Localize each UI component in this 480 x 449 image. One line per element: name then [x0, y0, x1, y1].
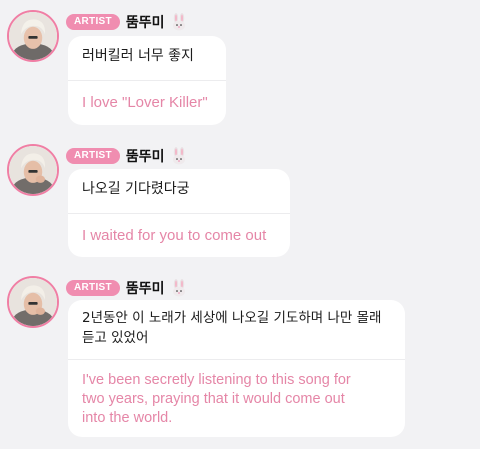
author-row: ARTIST 뚬뚜미 — [66, 278, 187, 298]
original-text-line: 듣고 있었어 — [82, 330, 149, 346]
author-row: ARTIST 뚬뚜미 — [66, 146, 187, 166]
avatar-image — [9, 12, 57, 60]
rabbit-face-icon — [172, 279, 185, 297]
author-row: ARTIST 뚬뚜미 — [66, 12, 187, 32]
artist-badge: ARTIST — [66, 148, 120, 164]
avatar[interactable] — [7, 276, 59, 328]
translated-text: I waited for you to come out — [82, 227, 267, 244]
original-text: 러버킬러 너무 좋지 — [82, 48, 194, 64]
artist-badge: ARTIST — [66, 280, 120, 296]
rabbit-face-icon — [172, 13, 185, 31]
chat-message: ARTIST 뚬뚜미 러버킬러 너무 좋지 I love "Lover Kill… — [0, 8, 480, 125]
divider — [68, 80, 226, 81]
divider — [68, 359, 405, 360]
divider — [68, 213, 290, 214]
author-nickname: 뚬뚜미 — [125, 15, 165, 31]
message-bubble[interactable]: 2년동안 이 노래가 세상에 나오길 기도하며 나만 몰래 듣고 있었어 I'v… — [68, 300, 405, 437]
chat-message: ARTIST 뚬뚜미 나오길 기다렸다궁 I waited for you to… — [0, 142, 480, 257]
avatar-image — [9, 146, 57, 194]
original-text-line: 2년동안 이 노래가 세상에 나오길 기도하며 나만 몰래 — [82, 310, 382, 326]
translated-text: I love "Lover Killer" — [82, 94, 208, 111]
message-bubble[interactable]: 러버킬러 너무 좋지 I love "Lover Killer" — [68, 36, 226, 125]
translated-text-line: I've been secretly listening to this son… — [82, 372, 351, 388]
avatar[interactable] — [7, 10, 59, 62]
author-nickname: 뚬뚜미 — [125, 281, 165, 297]
avatar-image — [9, 278, 57, 326]
artist-badge: ARTIST — [66, 14, 120, 30]
original-text: 나오길 기다렸다궁 — [82, 181, 190, 197]
author-nickname: 뚬뚜미 — [125, 149, 165, 165]
translated-text-line: two years, praying that it would come ou… — [82, 391, 345, 407]
translated-text: I've been secretly listening to this son… — [68, 371, 405, 428]
translated-text-line: into the world. — [82, 410, 173, 426]
avatar[interactable] — [7, 144, 59, 196]
chat-message: ARTIST 뚬뚜미 2년동안 이 노래가 세상에 나오길 기도하며 나만 몰래… — [0, 274, 480, 439]
message-bubble[interactable]: 나오길 기다렸다궁 I waited for you to come out — [68, 169, 290, 257]
rabbit-face-icon — [172, 147, 185, 165]
